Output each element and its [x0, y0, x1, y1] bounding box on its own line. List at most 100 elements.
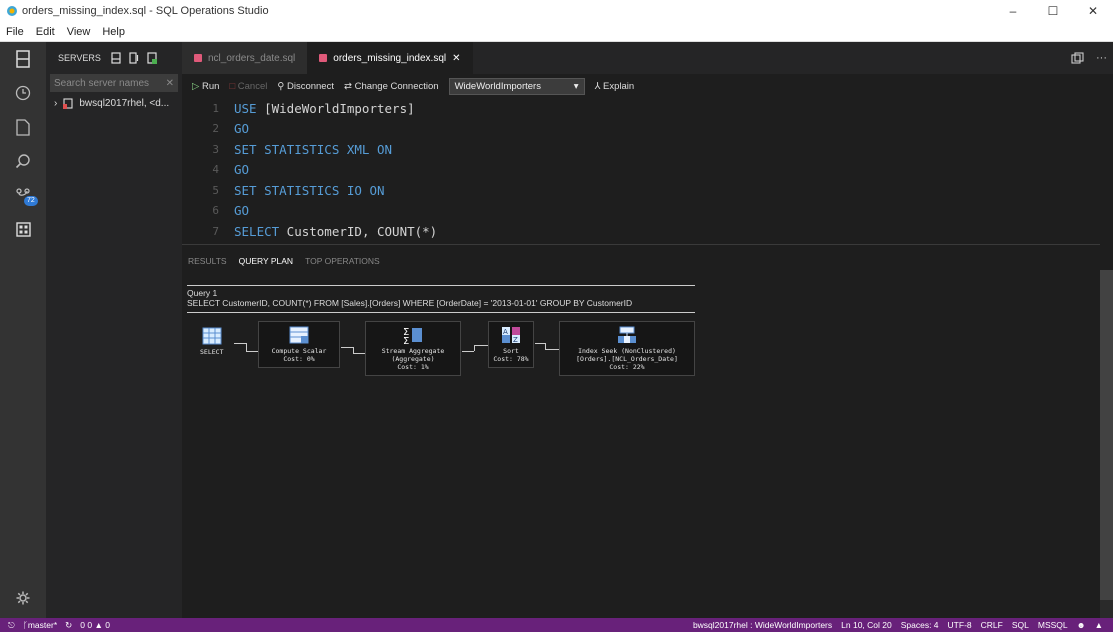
- minimize-button[interactable]: –: [993, 0, 1033, 22]
- problems-status[interactable]: 0 0 ▲ 0: [80, 620, 110, 631]
- server-search-input[interactable]: Search server names ✕: [50, 74, 178, 92]
- chevron-right-icon[interactable]: ›: [54, 98, 57, 109]
- cursor-position[interactable]: Ln 10, Col 20: [841, 620, 892, 630]
- node-name: Sort: [503, 347, 519, 355]
- plan-node-index-seek[interactable]: Index Seek (NonClustered) [Orders].[NCL_…: [559, 321, 695, 376]
- tab-orders-missing-index[interactable]: orders_missing_index.sql ✕: [307, 42, 473, 74]
- search-activity[interactable]: [0, 144, 46, 178]
- node-name: Index Seek (NonClustered): [578, 347, 676, 355]
- tab-results[interactable]: RESULTS: [188, 256, 227, 266]
- menu-help[interactable]: Help: [96, 26, 131, 38]
- run-label: Run: [201, 80, 220, 92]
- settings-activity[interactable]: [0, 586, 46, 610]
- source-control-activity[interactable]: 72: [0, 178, 46, 212]
- plan-node-select[interactable]: SELECT: [200, 327, 223, 356]
- provider-status[interactable]: MSSQL: [1038, 620, 1068, 630]
- tab-query-plan[interactable]: QUERY PLAN: [239, 256, 294, 266]
- active-connections-icon[interactable]: [147, 52, 157, 64]
- eol-status[interactable]: CRLF: [981, 620, 1003, 630]
- tab-ncl-orders-date[interactable]: ncl_orders_date.sql: [182, 42, 308, 74]
- plan-node-sort[interactable]: AZ Sort Cost: 78%: [488, 321, 534, 368]
- node-sub: (Aggregate): [391, 355, 435, 363]
- clear-search-icon[interactable]: ✕: [166, 78, 174, 89]
- dashboard-activity[interactable]: [0, 212, 46, 246]
- plan-node-stream-aggregate[interactable]: ΣΣ Stream Aggregate (Aggregate) Cost: 1%: [365, 321, 461, 376]
- file-icon: [16, 118, 30, 136]
- feedback-icon[interactable]: ☻: [1077, 620, 1086, 630]
- more-actions-icon[interactable]: ···: [1096, 52, 1107, 64]
- close-tab-icon[interactable]: ✕: [452, 53, 460, 64]
- node-cost: Cost: 1%: [397, 363, 429, 371]
- language-status[interactable]: SQL: [1012, 620, 1029, 630]
- notifications-icon[interactable]: ▲: [1095, 620, 1103, 630]
- disconnect-button[interactable]: ⚲ Disconnect: [277, 81, 334, 92]
- sql-file-icon: [319, 54, 328, 62]
- code-text: [WideWorldImporters]: [256, 100, 415, 116]
- line-number: 4: [212, 163, 219, 177]
- close-window-button[interactable]: ✕: [1073, 0, 1113, 22]
- cancel-label: Cancel: [237, 80, 268, 92]
- code-line: 3 SET STATISTICS XML ON: [182, 139, 1113, 160]
- explain-button[interactable]: ⅄ Explain: [595, 81, 635, 92]
- menu-edit[interactable]: Edit: [30, 26, 61, 38]
- server-name: bwsql2017rhel, <d...: [79, 98, 170, 109]
- history-activity[interactable]: [0, 76, 46, 110]
- git-branch-status[interactable]: ᚴmaster*: [23, 620, 57, 631]
- explain-icon: ⅄: [594, 80, 604, 92]
- split-editor-icon[interactable]: [1071, 52, 1084, 64]
- encoding-status[interactable]: UTF-8: [948, 620, 972, 630]
- compute-scalar-icon: [289, 326, 309, 344]
- new-server-group-icon[interactable]: [129, 52, 139, 64]
- chevron-down-icon: ▾: [573, 80, 579, 92]
- plan-edge: [353, 353, 365, 354]
- scm-count-badge: 72: [24, 196, 38, 206]
- node-name: Stream Aggregate: [381, 347, 445, 355]
- app-logo-icon: [7, 6, 17, 16]
- server-icon: [63, 98, 73, 109]
- node-cost: Cost: 78%: [493, 355, 529, 363]
- explorer-activity[interactable]: [0, 110, 46, 144]
- database-value: WideWorldImporters: [454, 80, 541, 92]
- servers-title: SERVERS: [58, 53, 101, 63]
- line-number: 3: [212, 142, 219, 156]
- code-line: 2 GO: [182, 119, 1113, 140]
- code-text: CustomerID, COUNT(*): [279, 223, 438, 239]
- divider: [187, 285, 695, 286]
- query-toolbar: ▷ Run □ Cancel ⚲ Disconnect ⇄ Change Con…: [182, 74, 1113, 98]
- menu-file[interactable]: File: [0, 26, 30, 38]
- cancel-button[interactable]: □ Cancel: [229, 81, 267, 92]
- divider: [187, 312, 695, 313]
- query-title: Query 1: [187, 288, 218, 298]
- results-tabs: RESULTS QUERY PLAN TOP OPERATIONS: [182, 245, 1100, 277]
- menu-view[interactable]: View: [61, 26, 97, 38]
- servers-activity[interactable]: [0, 42, 46, 76]
- code-keyword: GO: [234, 203, 250, 219]
- connection-icon[interactable]: ⎋: [8, 620, 15, 631]
- server-tree-item[interactable]: › bwsql2017rhel, <d...: [46, 98, 182, 109]
- sync-icon[interactable]: ↻: [65, 620, 72, 631]
- line-number: 6: [212, 204, 219, 218]
- results-scrollbar[interactable]: [1100, 270, 1113, 618]
- plan-node-compute-scalar[interactable]: Compute Scalar Cost: 0%: [258, 321, 340, 368]
- code-line: 7 SELECT CustomerID, COUNT(*): [182, 221, 1113, 242]
- plan-edge: [545, 349, 559, 350]
- indentation-status[interactable]: Spaces: 4: [901, 620, 939, 630]
- scrollbar-thumb[interactable]: [1100, 270, 1113, 600]
- connection-status[interactable]: bwsql2017rhel : WideWorldImporters: [693, 620, 832, 630]
- database-select[interactable]: WideWorldImporters ▾: [448, 77, 585, 95]
- run-button[interactable]: ▷ Run: [192, 81, 219, 92]
- play-icon: ▷: [192, 80, 202, 92]
- plan-edge: [535, 343, 545, 344]
- maximize-button[interactable]: ☐: [1033, 0, 1073, 22]
- node-name: Compute Scalar: [271, 347, 327, 355]
- code-editor[interactable]: 1 USE [WideWorldImporters] 2 GO 3 SET STATI…: [182, 98, 1113, 244]
- new-connection-icon[interactable]: [111, 52, 121, 64]
- sql-file-icon: [194, 54, 202, 62]
- code-keyword: SET STATISTICS IO ON: [234, 182, 385, 198]
- plan-edge: [341, 347, 353, 348]
- activity-bar: 72: [0, 42, 46, 618]
- menu-bar: File Edit View Help: [0, 22, 1113, 42]
- change-connection-button[interactable]: ⇄ Change Connection: [344, 81, 439, 92]
- query-header: Query 1 SELECT CustomerID, COUNT(*) FROM…: [187, 285, 695, 313]
- tab-top-operations[interactable]: TOP OPERATIONS: [305, 256, 380, 266]
